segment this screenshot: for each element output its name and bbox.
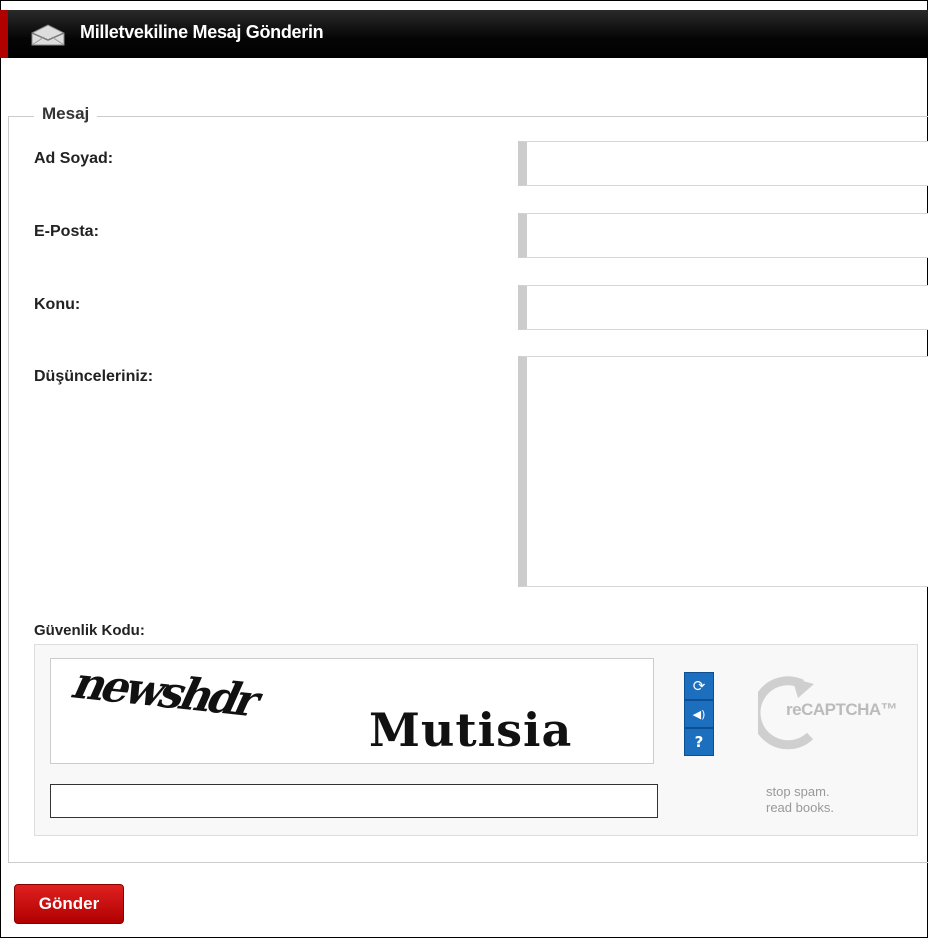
- captcha-input[interactable]: [50, 784, 658, 818]
- message-textarea[interactable]: [518, 356, 928, 587]
- name-field[interactable]: [518, 141, 928, 186]
- recaptcha-brand: reCAPTCHA™: [786, 700, 898, 719]
- captcha-image: newshdr Mutisia: [50, 658, 654, 764]
- subject-label: Konu:: [34, 296, 81, 313]
- captcha-audio-button[interactable]: ◀): [684, 700, 714, 728]
- captcha-help-button[interactable]: ?: [684, 728, 714, 756]
- audio-icon: ◀): [692, 707, 706, 721]
- email-label: E-Posta:: [34, 223, 99, 240]
- help-icon: ?: [694, 733, 704, 751]
- captcha-slogan: stop spam. read books.: [766, 784, 834, 816]
- header-bar: Milletvekiline Mesaj Gönderin: [0, 10, 928, 58]
- slogan-line-1: stop spam.: [766, 784, 830, 799]
- page-title: Milletvekiline Mesaj Gönderin: [80, 22, 324, 42]
- refresh-icon: ⟳: [692, 677, 706, 695]
- captcha-refresh-button[interactable]: ⟳: [684, 672, 714, 700]
- envelope-icon: [31, 24, 65, 46]
- email-field[interactable]: [518, 213, 928, 258]
- slogan-line-2: read books.: [766, 800, 834, 815]
- fieldset-legend: Mesaj: [34, 104, 98, 124]
- name-label: Ad Soyad:: [34, 150, 114, 167]
- captcha-word-1: newshdr: [64, 658, 266, 727]
- captcha-word-2: Mutisia: [369, 703, 573, 757]
- submit-button[interactable]: Gönder: [14, 884, 124, 924]
- captcha-label: Güvenlik Kodu:: [34, 622, 145, 639]
- subject-field[interactable]: [518, 285, 928, 330]
- message-label: Düşünceleriniz:: [34, 368, 154, 385]
